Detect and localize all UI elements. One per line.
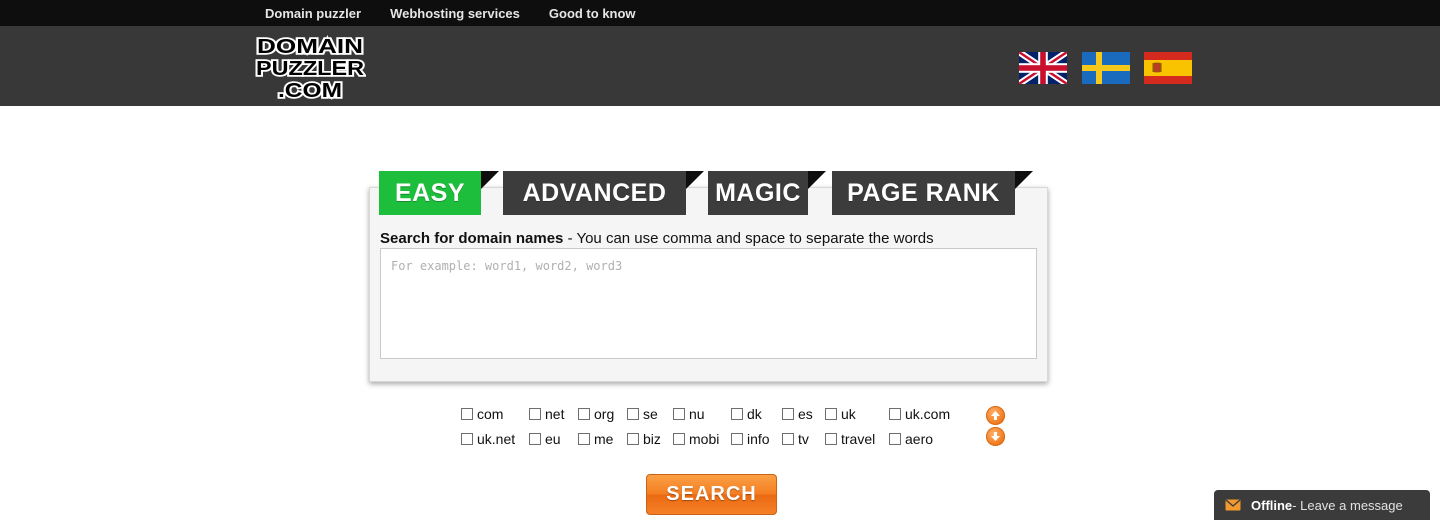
checkbox[interactable] [673, 433, 685, 445]
tld-checkbox-me[interactable]: me [578, 431, 613, 447]
tab-easy-label: EASY [394, 179, 466, 207]
arrow-down-icon[interactable] [986, 427, 1005, 446]
tld-checkbox-travel[interactable]: travel [825, 431, 875, 447]
nav-link-good-to-know[interactable]: Good to know [549, 6, 636, 21]
domain-words-input[interactable] [380, 248, 1037, 359]
top-nav-bar: Domain puzzler Webhosting services Good … [0, 0, 1440, 26]
checkbox[interactable] [578, 433, 590, 445]
tld-label: uk.net [477, 431, 516, 447]
tld-label: travel [841, 431, 876, 447]
checkbox[interactable] [673, 408, 685, 420]
tab-corner [1015, 171, 1033, 189]
tld-label: nu [689, 406, 705, 422]
tld-label: eu [545, 431, 561, 447]
tld-checkbox-uk[interactable]: uk [825, 406, 856, 422]
tld-label: info [747, 431, 770, 447]
tld-label: se [643, 406, 658, 422]
checkbox[interactable] [731, 433, 743, 445]
tld-label: aero [905, 431, 934, 447]
tld-checkbox-se[interactable]: se [627, 406, 658, 422]
tld-checkbox-tv[interactable]: tv [782, 431, 809, 447]
tld-label: uk.com [905, 406, 951, 422]
tld-label: dk [747, 406, 762, 422]
checkbox[interactable] [825, 408, 837, 420]
site-logo[interactable]: DOMAIN PUZZLER .COM [254, 34, 366, 104]
search-panel: Search for domain names - You can use co… [369, 187, 1048, 382]
checkbox[interactable] [578, 408, 590, 420]
tld-label: es [798, 406, 813, 422]
tab-page-rank[interactable]: PAGE RANK [832, 171, 1033, 215]
checkbox[interactable] [731, 408, 743, 420]
header: DOMAIN PUZZLER .COM [0, 26, 1440, 106]
tld-checkbox-eu[interactable]: eu [529, 431, 561, 447]
tld-label: me [594, 431, 614, 447]
chat-widget[interactable]: Offline - Leave a message [1214, 490, 1430, 520]
checkbox[interactable] [461, 433, 473, 445]
tld-label: biz [643, 431, 661, 447]
search-instructions: Search for domain names - You can use co… [380, 230, 934, 247]
tab-corner [686, 171, 704, 189]
checkbox[interactable] [782, 433, 794, 445]
chat-message: - Leave a message [1292, 497, 1403, 513]
tab-corner [808, 171, 826, 189]
chat-status: Offline [1251, 497, 1293, 513]
search-mode-tabs: EASY ADVANCED MAGIC PAGE RANK [379, 171, 1049, 215]
tab-advanced[interactable]: ADVANCED [503, 171, 704, 215]
tld-label: com [477, 406, 504, 422]
checkbox[interactable] [782, 408, 794, 420]
nav-link-webhosting-services[interactable]: Webhosting services [390, 6, 520, 21]
checkbox[interactable] [889, 408, 901, 420]
checkbox[interactable] [825, 433, 837, 445]
tld-checkbox-net[interactable]: net [529, 406, 564, 422]
envelope-icon [1225, 499, 1241, 511]
tld-label: org [594, 406, 615, 422]
search-title: Search for domain names [380, 230, 564, 247]
tld-label: mobi [689, 431, 720, 447]
uk-flag-icon[interactable] [1017, 49, 1069, 87]
arrow-up-icon[interactable] [986, 406, 1005, 425]
checkbox[interactable] [529, 433, 541, 445]
tab-page-rank-label: PAGE RANK [847, 179, 1000, 207]
tld-checkbox-dk[interactable]: dk [731, 406, 762, 422]
tld-checkbox-biz[interactable]: biz [627, 431, 661, 447]
logo-line-3: .COM [278, 80, 342, 100]
tab-advanced-label: ADVANCED [522, 179, 667, 207]
search-hint: - You can use comma and space to separat… [563, 230, 934, 247]
tld-checkbox-aero[interactable]: aero [889, 431, 933, 447]
sweden-flag-icon[interactable] [1082, 52, 1130, 84]
top-nav: Domain puzzler Webhosting services Good … [265, 0, 665, 26]
tld-checkbox-es[interactable]: es [782, 406, 813, 422]
checkbox[interactable] [627, 433, 639, 445]
tld-checkbox-info[interactable]: info [731, 431, 770, 447]
tld-label: tv [798, 431, 809, 447]
checkbox[interactable] [627, 408, 639, 420]
tld-checkbox-com[interactable]: com [461, 406, 503, 422]
checkbox[interactable] [529, 408, 541, 420]
tab-magic[interactable]: MAGIC [708, 171, 826, 215]
tld-label: uk [841, 406, 856, 422]
tld-checkbox-org[interactable]: org [578, 406, 614, 422]
tld-checkbox-nu[interactable]: nu [673, 406, 705, 422]
tld-label: net [545, 406, 565, 422]
tab-easy[interactable]: EASY [379, 171, 499, 215]
spain-flag-icon[interactable] [1144, 52, 1192, 84]
logo-line-2: PUZZLER [256, 58, 365, 80]
nav-link-domain-puzzler[interactable]: Domain puzzler [265, 6, 361, 21]
checkbox[interactable] [889, 433, 901, 445]
tld-checkbox-mobi[interactable]: mobi [673, 431, 719, 447]
tld-checkbox-uk-net[interactable]: uk.net [461, 431, 515, 447]
logo-line-1: DOMAIN [257, 36, 363, 58]
tab-magic-label: MAGIC [715, 179, 801, 207]
search-button[interactable]: SEARCH [646, 474, 777, 515]
tab-corner [481, 171, 499, 189]
checkbox[interactable] [461, 408, 473, 420]
tld-checkbox-uk-com[interactable]: uk.com [889, 406, 950, 422]
